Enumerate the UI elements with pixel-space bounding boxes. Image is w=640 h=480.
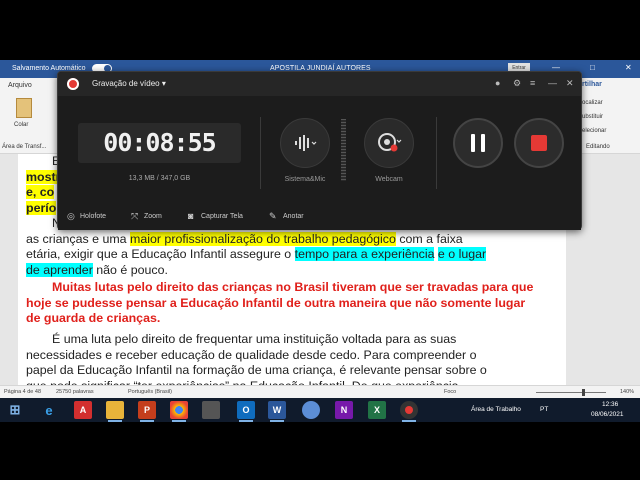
capture-screen-button[interactable]: Capturar Tela xyxy=(201,213,243,220)
webcam-label: Webcam xyxy=(375,176,403,183)
highlighted-text: maior profissionalização do trabalho ped… xyxy=(130,231,396,246)
annotate-button[interactable]: Anotar xyxy=(283,213,304,220)
highlighted-text: mostr xyxy=(26,169,61,184)
recorder-toolbar: ◎ Holofote ⤧ Zoom ◙ Capturar Tela ✎ Anot… xyxy=(58,204,581,230)
word-icon[interactable]: W xyxy=(268,401,286,422)
webcam-icon xyxy=(378,133,402,152)
focus-button[interactable]: Foco xyxy=(444,389,456,395)
editing-group-label: Editando xyxy=(586,144,610,150)
file-size-readout: 13,3 MB / 347,0 GB xyxy=(128,175,191,182)
divider xyxy=(260,117,261,189)
language-indicator[interactable]: PT xyxy=(540,406,548,413)
highlighted-text: e o lugar xyxy=(437,247,487,262)
page-count[interactable]: Página 4 de 48 xyxy=(4,389,41,395)
edge-icon[interactable]: e xyxy=(40,401,58,419)
zoom-button[interactable]: Zoom xyxy=(144,213,162,220)
select-button[interactable]: elecionar xyxy=(582,128,606,134)
windows-start-icon[interactable]: ⊞ xyxy=(6,401,24,419)
text-line: papel da Educação Infantil na formação d… xyxy=(26,363,487,378)
text-line: com a faixa xyxy=(395,231,463,246)
highlighted-text: e, co xyxy=(26,185,55,200)
paragraph-red: Muitas lutas pelo direito das crianças n… xyxy=(26,280,552,327)
recorder-header: Gravação de vídeo ▾ ● ⚙ ≡ — ✕ xyxy=(58,72,581,96)
red-text-line: hoje se pudesse pensar a Educação Infant… xyxy=(26,295,526,310)
text-line: as crianças e uma xyxy=(26,231,130,246)
clipboard-group-label: Área de Transf... xyxy=(2,144,47,150)
zoom-level[interactable]: 140% xyxy=(620,389,634,395)
text-line: É uma luta pelo direito de frequentar um… xyxy=(52,332,457,346)
text-line: etária, exigir que a Educação Infantil a… xyxy=(26,247,295,262)
audio-source-label: Sistema&Mic xyxy=(284,176,326,183)
highlighted-text: de aprender xyxy=(26,262,93,277)
camera-icon[interactable]: ◙ xyxy=(188,211,193,221)
minimize-icon[interactable]: — xyxy=(548,78,557,88)
pdf-reader-icon[interactable]: A xyxy=(74,401,92,419)
stop-button[interactable] xyxy=(514,118,564,168)
spotlight-button[interactable]: Holofote xyxy=(80,213,106,220)
recorder-mode-dropdown[interactable]: Gravação de vídeo ▾ xyxy=(92,79,166,88)
audio-source-button[interactable] xyxy=(280,118,330,168)
onenote-icon[interactable]: N xyxy=(335,401,353,419)
excel-icon[interactable]: X xyxy=(368,401,386,419)
close-icon[interactable]: ✕ xyxy=(625,63,632,72)
menu-icon[interactable]: ≡ xyxy=(530,78,535,88)
timer-display: 00:08:55 xyxy=(78,123,241,163)
zoom-slider[interactable] xyxy=(536,392,606,393)
replace-button[interactable]: ubstituir xyxy=(582,114,603,120)
divider xyxy=(436,117,437,189)
user-icon[interactable]: ● xyxy=(495,78,500,88)
spotlight-icon[interactable]: ◎ xyxy=(67,211,75,222)
taskbar: ⊞ e A P O W N X Área de Trabalho PT 12:3… xyxy=(0,398,640,422)
close-icon[interactable]: ✕ xyxy=(566,78,574,89)
zoom-icon[interactable]: ⤧ xyxy=(131,211,138,222)
clock-time[interactable]: 12:36 xyxy=(602,401,618,408)
red-text-line: de guarda de crianças. xyxy=(26,311,161,326)
text-line: não é pouco. xyxy=(92,262,168,277)
word-count[interactable]: 25750 palavras xyxy=(56,389,94,395)
outlook-icon[interactable]: O xyxy=(237,401,255,422)
desktop-toolbar-label[interactable]: Área de Trabalho xyxy=(471,406,521,413)
pause-button[interactable] xyxy=(453,118,503,168)
powerpoint-icon[interactable]: P xyxy=(138,401,156,422)
status-bar: Página 4 de 48 25750 palavras Português … xyxy=(0,385,640,398)
share-button[interactable]: rtilhar xyxy=(582,81,602,88)
record-logo-icon xyxy=(67,78,79,90)
paste-icon[interactable] xyxy=(16,98,32,118)
webcam-button[interactable] xyxy=(364,118,414,168)
tab-arquivo[interactable]: Arquivo xyxy=(8,82,32,89)
search-app-icon[interactable] xyxy=(302,401,320,419)
volume-meter[interactable] xyxy=(341,119,346,181)
recorder-taskbar-icon[interactable] xyxy=(400,401,418,422)
highlighted-text: tempo para a experiência xyxy=(294,247,435,262)
text-line: necessidades e receber educação de quali… xyxy=(26,347,477,362)
sound-wave-icon xyxy=(295,135,317,151)
maximize-icon[interactable]: □ xyxy=(590,63,595,72)
pen-icon[interactable]: ✎ xyxy=(269,211,277,222)
language-label[interactable]: Português (Brasil) xyxy=(128,389,172,395)
highlighted-text: perío xyxy=(26,200,57,215)
video-recorder-window: Gravação de vídeo ▾ ● ⚙ ≡ — ✕ 00:08:55 1… xyxy=(57,71,582,230)
zoom-slider-thumb[interactable] xyxy=(582,389,585,396)
screen: Salvamento Automático APOSTILA JUNDIAÍ A… xyxy=(0,60,640,422)
recording-timer: 00:08:55 xyxy=(103,128,216,157)
find-button[interactable]: ocalizar xyxy=(582,100,603,106)
app-icon[interactable] xyxy=(202,401,220,419)
red-text-line: Muitas lutas pelo direito das crianças n… xyxy=(52,280,534,294)
gear-icon[interactable]: ⚙ xyxy=(513,78,521,89)
clock-date[interactable]: 08/06/2021 xyxy=(591,411,624,418)
file-explorer-icon[interactable] xyxy=(106,401,124,422)
chrome-icon[interactable] xyxy=(170,401,188,422)
paste-label: Colar xyxy=(14,122,29,128)
